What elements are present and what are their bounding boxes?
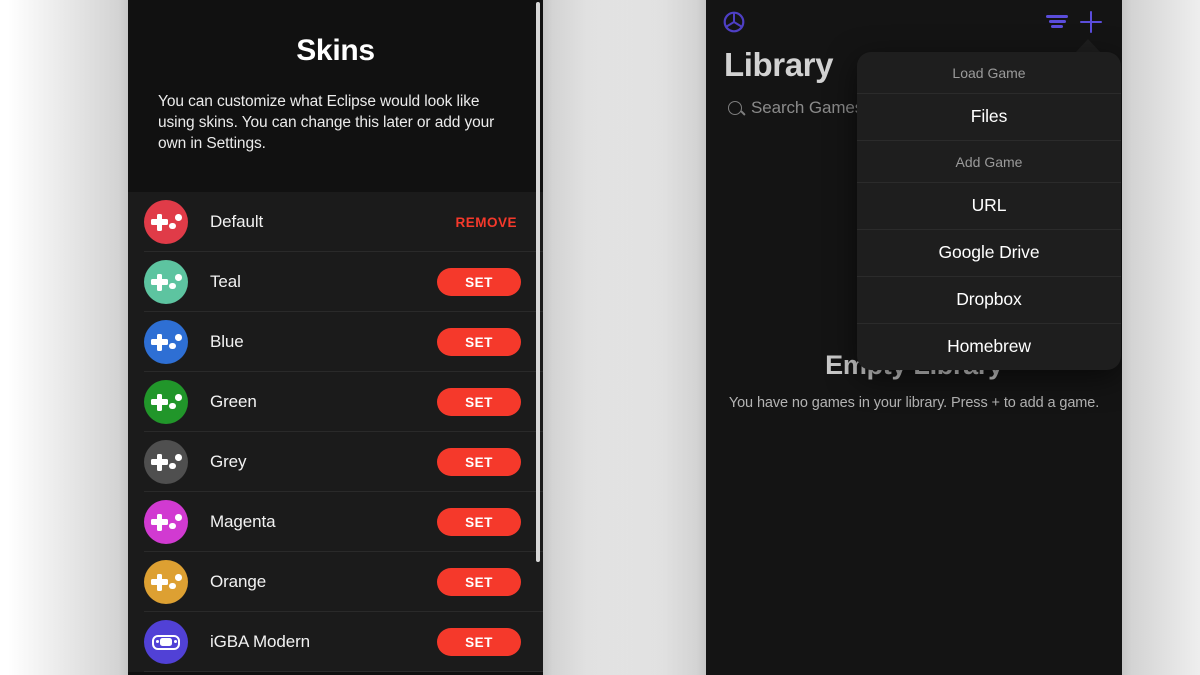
- gamepad-icon: [144, 500, 188, 544]
- skin-name: Magenta: [210, 512, 276, 531]
- library-topbar: [706, 0, 1122, 38]
- set-button[interactable]: SET: [437, 628, 521, 656]
- set-button[interactable]: SET: [437, 388, 521, 416]
- eclipse-logo-icon[interactable]: [722, 10, 746, 34]
- gamepad-icon: [144, 380, 188, 424]
- skin-name: Default: [210, 212, 264, 231]
- library-screen: Library Search Games Empty Library You h…: [706, 0, 1122, 675]
- skins-list: Default REMOVE Teal SET Blue SET Green SET Grey S…: [128, 192, 543, 672]
- context-menu-caret: [1075, 39, 1101, 53]
- skin-name: Grey: [210, 452, 247, 471]
- set-button[interactable]: SET: [437, 568, 521, 596]
- skin-row[interactable]: Grey SET: [128, 432, 543, 492]
- plus-icon: [1080, 11, 1102, 33]
- set-button[interactable]: SET: [437, 448, 521, 476]
- set-button[interactable]: SET: [437, 328, 521, 356]
- skin-row[interactable]: Orange SET: [128, 552, 543, 612]
- screenshot-stage: Skins You can customize what Eclipse wou…: [0, 0, 1200, 675]
- filter-icon: [1046, 15, 1068, 29]
- context-menu-item-google-drive[interactable]: Google Drive: [857, 230, 1121, 277]
- skin-name: iGBA Modern: [210, 632, 311, 651]
- search-icon: [728, 101, 742, 115]
- skins-header: Skins You can customize what Eclipse wou…: [128, 0, 543, 192]
- set-button[interactable]: SET: [437, 508, 521, 536]
- page-title: Skins: [296, 34, 375, 67]
- remove-button[interactable]: REMOVE: [451, 215, 521, 230]
- context-menu-section-header: Add Game: [857, 141, 1121, 183]
- right-phone-shadow-right: [1122, 0, 1200, 675]
- context-menu-item-homebrew[interactable]: Homebrew: [857, 324, 1121, 370]
- context-menu-item-files[interactable]: Files: [857, 94, 1121, 141]
- skin-row[interactable]: Default REMOVE: [128, 192, 543, 252]
- add-game-context-menu: Load Game Files Add Game URL Google Drive Dro…: [857, 52, 1121, 370]
- skin-row[interactable]: Teal SET: [128, 252, 543, 312]
- skin-row[interactable]: Green SET: [128, 372, 543, 432]
- empty-library-subtitle: You have no games in your library. Press…: [728, 395, 1100, 411]
- page-description: You can customize what Eclipse would loo…: [158, 93, 495, 152]
- skin-row[interactable]: Blue SET: [128, 312, 543, 372]
- skin-name: Blue: [210, 332, 244, 351]
- gamepad-icon: [144, 440, 188, 484]
- gamepad-icon: [144, 200, 188, 244]
- handheld-icon: [144, 620, 188, 664]
- skin-name: Teal: [210, 272, 241, 291]
- skin-row[interactable]: Magenta SET: [128, 492, 543, 552]
- skins-screen: Skins You can customize what Eclipse wou…: [128, 0, 543, 675]
- gamepad-icon: [144, 320, 188, 364]
- gamepad-icon: [144, 560, 188, 604]
- set-button[interactable]: SET: [437, 268, 521, 296]
- search-input[interactable]: Search Games: [751, 98, 863, 118]
- gamepad-icon: [144, 260, 188, 304]
- skin-name: Orange: [210, 572, 267, 591]
- context-menu-item-url[interactable]: URL: [857, 183, 1121, 230]
- context-menu-section-header: Load Game: [857, 52, 1121, 94]
- filter-button[interactable]: [1040, 7, 1074, 37]
- scrollbar[interactable]: [536, 2, 540, 562]
- add-game-button[interactable]: [1074, 7, 1108, 37]
- skin-name: Green: [210, 392, 257, 411]
- skin-row[interactable]: iGBA Modern SET: [128, 612, 543, 672]
- context-menu-item-dropbox[interactable]: Dropbox: [857, 277, 1121, 324]
- right-phone-shadow-left: [586, 0, 706, 675]
- left-phone-shadow-left: [8, 0, 128, 675]
